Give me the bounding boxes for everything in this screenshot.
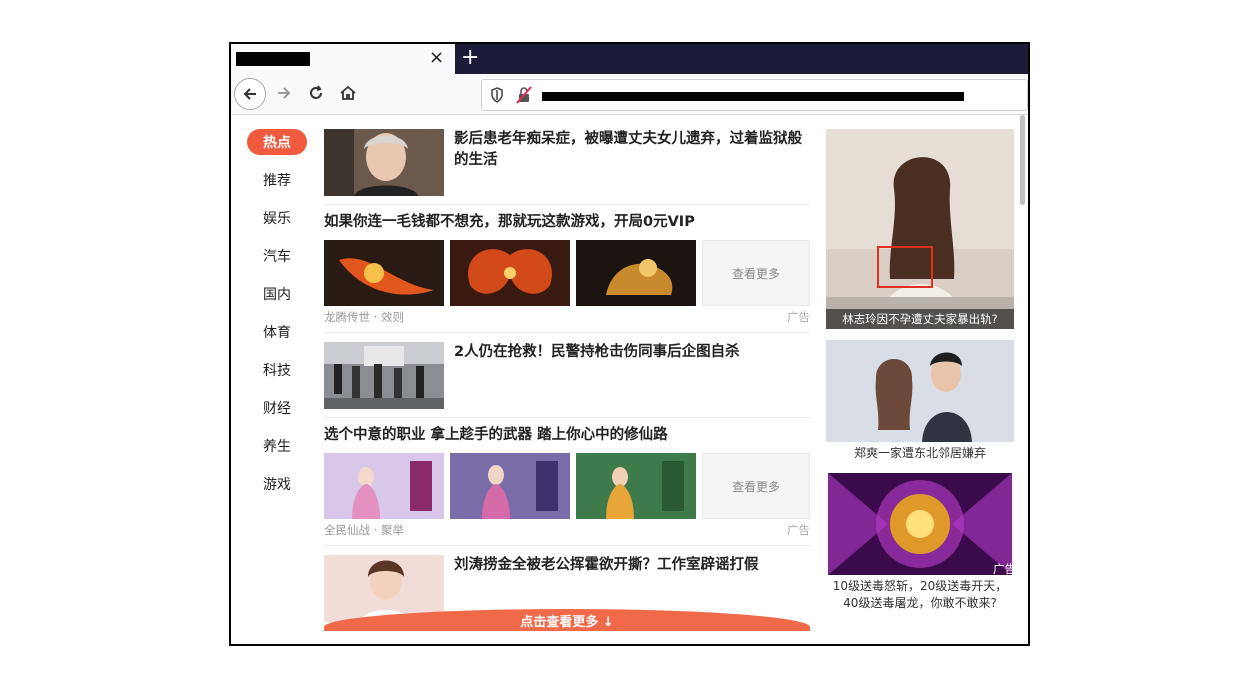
tab-title-redacted xyxy=(236,52,310,66)
tab-strip: × + xyxy=(231,44,1028,74)
right-card-caption-line2[interactable]: 40级送毒屠龙，你敢不敢来? xyxy=(826,595,1014,612)
sidebar-item-health[interactable]: 养生 xyxy=(247,433,307,459)
insecure-lock-icon[interactable] xyxy=(516,86,532,104)
reload-icon xyxy=(310,85,322,99)
sidebar-item-games[interactable]: 游戏 xyxy=(247,471,307,497)
see-more-button[interactable]: 查看更多 xyxy=(702,453,810,519)
navigation-toolbar xyxy=(231,74,1028,115)
street-scene-image xyxy=(324,342,444,409)
news-title[interactable]: 刘涛捞金全被老公挥霍欲开撕？工作室辟谣打假 xyxy=(454,555,810,576)
right-card-caption-line1[interactable]: 10级送毒怒斩，20级送毒开天， xyxy=(826,578,1014,595)
sidebar-item-finance[interactable]: 财经 xyxy=(247,395,307,421)
news-title[interactable]: 影后患老年痴呆症，被曝遭丈夫女儿遗弃，过着监狱般的生活 xyxy=(454,129,810,171)
ad-title[interactable]: 如果你连一毛钱都不想充，那就玩这款游戏，开局0元VIP xyxy=(324,212,810,233)
home-icon xyxy=(340,85,356,100)
news-title[interactable]: 2人仍在抢救！民警持枪击伤同事后企图自杀 xyxy=(454,342,810,363)
divider xyxy=(324,332,810,333)
close-tab-icon[interactable]: × xyxy=(429,47,444,69)
right-card-image-1[interactable] xyxy=(826,129,1014,329)
address-bar[interactable] xyxy=(481,79,1028,111)
shield-icon[interactable] xyxy=(490,87,504,103)
ad-title[interactable]: 选个中意的职业 拿上趁手的武器 踏上你心中的修仙路 xyxy=(324,425,810,446)
portrait-image xyxy=(324,129,444,196)
arrow-left-icon xyxy=(243,88,256,100)
reload-button[interactable] xyxy=(301,78,331,108)
sidebar-item-tech[interactable]: 科技 xyxy=(247,357,307,383)
news-thumbnail[interactable] xyxy=(324,342,444,409)
divider xyxy=(324,204,810,205)
active-tab[interactable]: × xyxy=(231,44,455,74)
ad-image-3[interactable] xyxy=(576,240,696,306)
new-tab-button[interactable]: + xyxy=(461,44,479,72)
sidebar-item-recommend[interactable]: 推荐 xyxy=(247,167,307,193)
browser-window: × + 热点 推荐 娱乐 汽车 国内 体育 科技 财经 养生 游戏 影后患老年痴… xyxy=(229,42,1030,646)
divider xyxy=(324,545,810,546)
sidebar-item-hot[interactable]: 热点 xyxy=(247,129,307,155)
ad-source: 龙腾传世 · 效则 xyxy=(324,310,404,324)
scrollbar[interactable] xyxy=(1020,115,1025,205)
news-thumbnail[interactable] xyxy=(324,129,444,196)
right-card-caption[interactable]: 林志玲因不孕遭丈夫家暴出轨? xyxy=(826,309,1014,329)
sidebar-item-domestic[interactable]: 国内 xyxy=(247,281,307,307)
ad-image-4[interactable] xyxy=(324,453,444,519)
right-card-image-2[interactable] xyxy=(826,340,1014,442)
divider xyxy=(324,417,810,418)
sidebar-item-auto[interactable]: 汽车 xyxy=(247,243,307,269)
see-more-button[interactable]: 查看更多 xyxy=(702,240,810,306)
ad-source: 全民仙战 · 聚举 xyxy=(324,523,404,537)
ad-image-1[interactable] xyxy=(324,240,444,306)
page-content: 热点 推荐 娱乐 汽车 国内 体育 科技 财经 养生 游戏 影后患老年痴呆症，被… xyxy=(231,115,1028,644)
ad-badge: 广告 xyxy=(787,523,810,537)
back-button[interactable] xyxy=(234,78,266,110)
ad-badge: 广告 xyxy=(787,310,810,324)
ad-image-5[interactable] xyxy=(450,453,570,519)
right-card-caption[interactable]: 郑爽一家遭东北邻居嫌弃 xyxy=(826,445,1014,462)
url-redacted xyxy=(542,92,964,101)
ad-badge: 广告 xyxy=(993,562,1016,576)
forward-button[interactable] xyxy=(269,78,299,108)
home-button[interactable] xyxy=(333,78,363,108)
arrow-right-icon xyxy=(278,87,291,99)
ad-image-6[interactable] xyxy=(576,453,696,519)
ad-image-2[interactable] xyxy=(450,240,570,306)
right-card-image-3[interactable] xyxy=(828,473,1012,575)
sidebar-item-entertainment[interactable]: 娱乐 xyxy=(247,205,307,231)
sidebar-item-sports[interactable]: 体育 xyxy=(247,319,307,345)
